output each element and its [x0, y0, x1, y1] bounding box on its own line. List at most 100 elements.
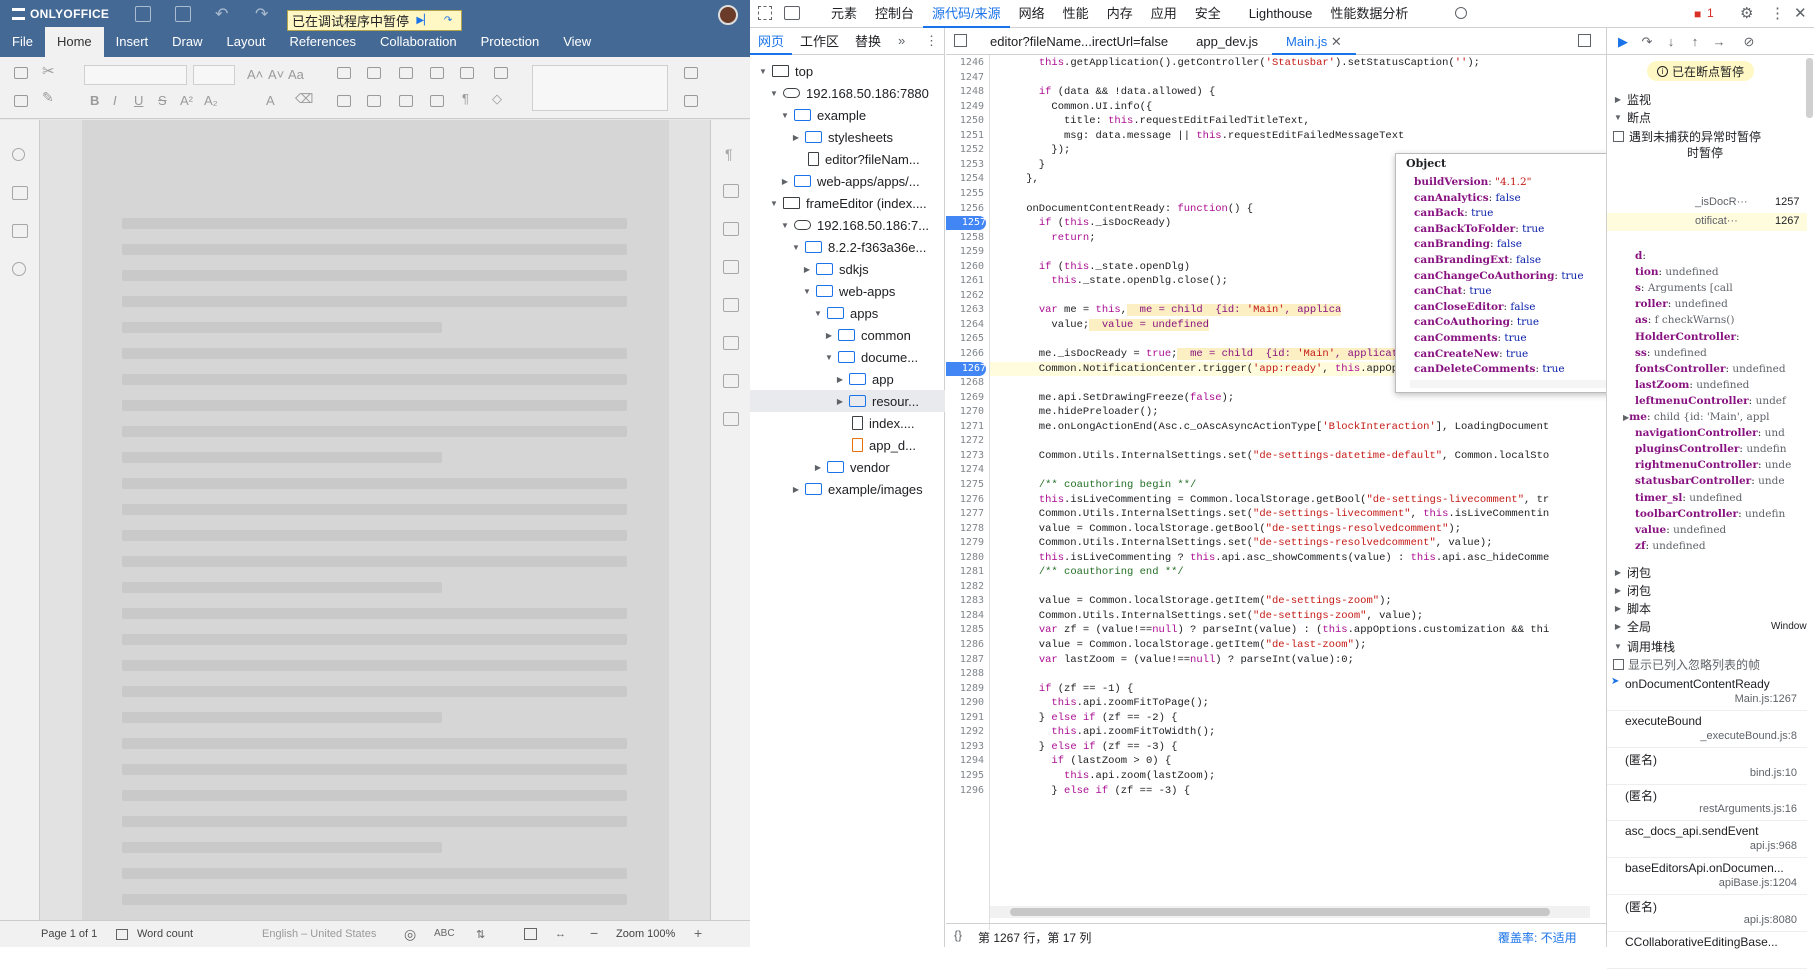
section-toggle-icon[interactable]: ▼	[1613, 113, 1623, 122]
tree-toggle-icon[interactable]: ▶	[835, 375, 845, 384]
tree-toggle-icon[interactable]: ▼	[769, 89, 779, 98]
mail-merge-icon[interactable]	[723, 412, 739, 426]
scope-section[interactable]: ▶ 闭包	[1607, 581, 1814, 599]
ribbon-tab-insert[interactable]: Insert	[104, 27, 161, 57]
show-ignored-frames-option[interactable]: 显示已列入忽略列表的帧	[1613, 656, 1760, 673]
subscript-icon[interactable]: A₂	[204, 93, 218, 108]
pretty-print-icon[interactable]: {}	[954, 928, 962, 942]
fit-width-icon[interactable]: ↔	[555, 928, 566, 940]
resume-icon[interactable]: ▶	[1615, 34, 1631, 50]
ribbon-tab-home[interactable]: Home	[44, 27, 104, 57]
underline-icon[interactable]: U	[134, 93, 143, 108]
tree-item[interactable]: index....	[750, 412, 945, 434]
checkbox-icon[interactable]	[1613, 131, 1624, 142]
tree-item[interactable]: ▶ vendor	[750, 456, 945, 478]
step-out-icon[interactable]: ↑	[1687, 34, 1703, 50]
save-icon[interactable]	[135, 6, 151, 22]
tree-item[interactable]: ▼ apps	[750, 302, 945, 324]
tree-item[interactable]: ▶ common	[750, 324, 945, 346]
shading-icon[interactable]: ◇	[492, 91, 502, 107]
ribbon-tab-collaboration[interactable]: Collaboration	[368, 27, 469, 57]
search-icon[interactable]	[12, 148, 25, 161]
section-toggle-icon[interactable]: ▶	[1613, 95, 1623, 104]
step-over-icon[interactable]: ↷	[439, 14, 457, 28]
scope-variable[interactable]: roller: undefined	[1635, 296, 1728, 312]
scope-variable[interactable]: statusbarController: unde	[1635, 473, 1785, 489]
call-frame[interactable]: (匿名) restArguments.js:16	[1607, 784, 1807, 822]
numbered-list-icon[interactable]	[367, 67, 381, 79]
scope-variable[interactable]: toolbarController: undefin	[1635, 506, 1785, 522]
tree-item[interactable]: ▼ example	[750, 104, 945, 126]
tree-item[interactable]: app_d...	[750, 434, 945, 456]
devtools-tab[interactable]: 元素	[822, 0, 866, 28]
tree-item[interactable]: ▼ docume...	[750, 346, 945, 368]
fit-page-icon[interactable]	[524, 928, 537, 940]
checkbox-icon[interactable]	[1613, 659, 1624, 670]
tree-toggle-icon[interactable]: ▼	[780, 221, 790, 230]
replace-icon[interactable]	[684, 67, 698, 79]
step-into-icon[interactable]: ↓	[1663, 34, 1679, 50]
settings-gear-icon[interactable]: ⚙	[1740, 4, 1753, 22]
call-frame[interactable]: (匿名) bind.js:10	[1607, 748, 1807, 785]
toggle-debugger-icon[interactable]	[1578, 34, 1591, 47]
paragraph-settings-icon[interactable]: ¶	[725, 146, 741, 162]
navigator-tab[interactable]: 工作区	[792, 28, 847, 55]
copy-icon[interactable]	[14, 67, 28, 79]
inspect-element-icon[interactable]	[758, 6, 772, 20]
frame-location[interactable]: restArguments.js:16	[1699, 803, 1797, 815]
close-tab-icon[interactable]: ✕	[1327, 34, 1342, 49]
devtools-tab[interactable]: 网络	[1010, 0, 1054, 28]
navigation-icon[interactable]	[12, 186, 28, 200]
tree-toggle-icon[interactable]: ▼	[791, 243, 801, 252]
call-stack-section[interactable]: ▼ 调用堆栈	[1607, 637, 1814, 655]
info-icon[interactable]	[12, 262, 26, 276]
chart-settings-icon[interactable]	[723, 336, 739, 350]
devtools-tab[interactable]: 性能	[1054, 0, 1098, 28]
section-toggle-icon[interactable]: ▼	[1613, 642, 1623, 651]
strikethrough-icon[interactable]: S	[158, 93, 167, 108]
tree-toggle-icon[interactable]: ▶	[791, 485, 801, 494]
editor-tab[interactable]: Main.js ✕	[1272, 28, 1356, 55]
font-shrink-icon[interactable]: A˅	[268, 67, 284, 82]
page-indicator[interactable]: Page 1 of 1	[41, 928, 97, 940]
tree-toggle-icon[interactable]: ▶	[813, 463, 823, 472]
call-frame[interactable]: baseEditorsApi.onDocumen... apiBase.js:12…	[1607, 858, 1807, 895]
horizontal-scrollbar[interactable]	[990, 906, 1590, 918]
devtools-tab[interactable]: 应用	[1142, 0, 1186, 28]
scope-variable[interactable]: fontsController: undefined	[1635, 361, 1786, 377]
tree-toggle-icon[interactable]: ▶	[824, 331, 834, 340]
scope-variable[interactable]: tion: undefined	[1635, 264, 1719, 280]
tree-item[interactable]: ▶ resour...	[750, 390, 945, 412]
justify-icon[interactable]	[430, 95, 444, 107]
bold-icon[interactable]: B	[90, 93, 99, 108]
redo-icon[interactable]: ↷	[255, 4, 268, 24]
print-icon[interactable]	[175, 6, 191, 22]
scope-variable[interactable]: pluginsController: undefin	[1635, 441, 1787, 457]
devtools-tab[interactable]: Lighthouse	[1240, 0, 1322, 28]
close-devtools-icon[interactable]: ✕	[1794, 4, 1807, 22]
section-toggle-icon[interactable]: ▶	[1613, 586, 1623, 595]
frame-location[interactable]: api.js:968	[1750, 840, 1797, 852]
breakpoints-section[interactable]: ▼ 断点	[1607, 108, 1814, 126]
deactivate-breakpoints-icon[interactable]: ⊘	[1741, 34, 1757, 50]
breakpoint-item[interactable]: otificat··· 1267	[1607, 213, 1807, 231]
scope-variable[interactable]: ▶me: child {id: 'Main', appl	[1623, 409, 1770, 425]
tree-item[interactable]: ▶ web-apps/apps/...	[750, 170, 945, 192]
editor-tab[interactable]: editor?fileName...irectUrl=false	[976, 28, 1182, 55]
tree-item[interactable]: editor?fileNam...	[750, 148, 945, 170]
format-painter-icon[interactable]: ✎	[42, 89, 54, 106]
step-icon[interactable]: →	[1711, 34, 1727, 50]
pause-uncaught-option[interactable]: 遇到未捕获的异常时暂停	[1613, 128, 1761, 145]
paragraph-marks-icon[interactable]: ¶	[462, 91, 469, 106]
navigator-tab[interactable]: 替换	[847, 28, 889, 55]
shape-settings-icon[interactable]	[723, 298, 739, 312]
undo-icon[interactable]: ↶	[215, 4, 228, 24]
tree-toggle-icon[interactable]: ▼	[824, 353, 834, 362]
ribbon-tab-references[interactable]: References	[278, 27, 368, 57]
align-right-icon[interactable]	[399, 95, 413, 107]
font-color-icon[interactable]: A	[266, 93, 275, 108]
italic-icon[interactable]: I	[113, 93, 117, 108]
call-frame[interactable]: (匿名) api.js:8080	[1607, 895, 1807, 932]
ribbon-tab-layout[interactable]: Layout	[215, 27, 278, 57]
header-footer-icon[interactable]	[723, 260, 739, 274]
